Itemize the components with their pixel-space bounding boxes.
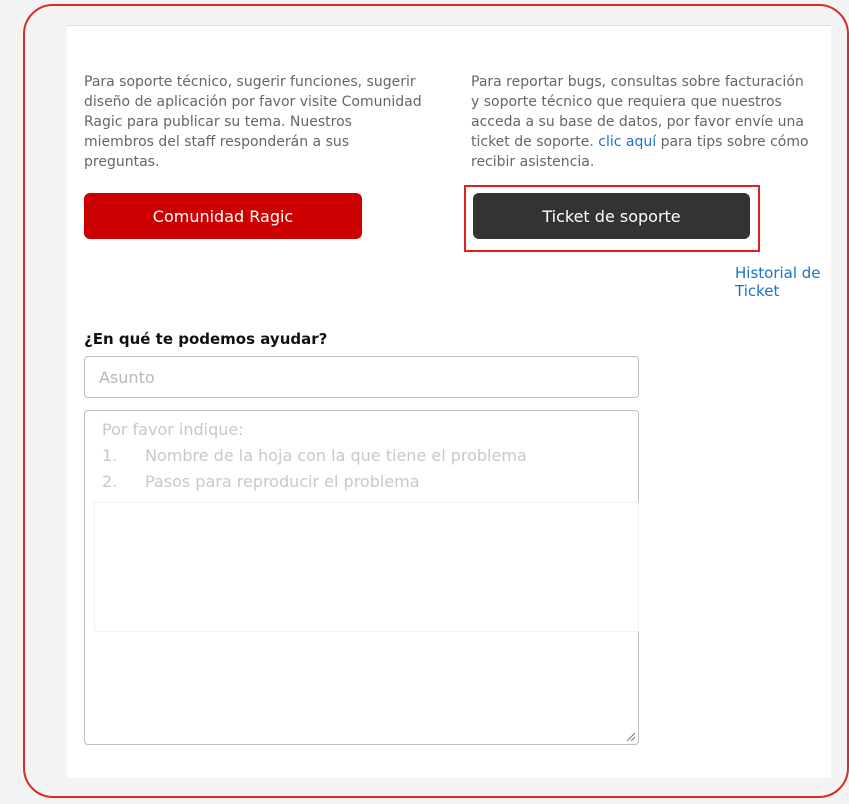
community-ragic-button[interactable]: Comunidad Ragic <box>84 193 362 239</box>
community-description: Para soporte técnico, sugerir funciones,… <box>84 72 424 172</box>
ticket-history-link[interactable]: Historial de Ticket <box>735 264 835 300</box>
message-textarea[interactable]: Por favor indique: 1. Nombre de la hoja c… <box>84 410 639 745</box>
subject-input[interactable] <box>84 356 639 398</box>
message-placeholder: Por favor indique: 1. Nombre de la hoja c… <box>102 417 527 495</box>
message-step-text: Nombre de la hoja con la que tiene el pr… <box>145 446 527 465</box>
community-button-label: Comunidad Ragic <box>152 206 294 226</box>
message-step-number: 1. <box>102 446 118 465</box>
community-description-text: Para soporte técnico, sugerir funciones,… <box>84 74 422 170</box>
message-step-number: 2. <box>102 472 118 491</box>
help-form-title: ¿En qué te podemos ayudar? <box>84 330 328 348</box>
message-step-text: Pasos para reproducir el problema <box>145 472 420 491</box>
resize-handle-icon[interactable] <box>625 731 635 741</box>
message-step: 2. Pasos para reproducir el problema <box>102 469 527 495</box>
tips-link[interactable]: clic aquí <box>598 134 656 150</box>
message-step: 1. Nombre de la hoja con la que tiene el … <box>102 443 527 469</box>
message-input-area[interactable] <box>94 502 639 632</box>
ticket-description: Para reportar bugs, consultas sobre fact… <box>471 72 816 172</box>
message-intro: Por favor indique: <box>102 420 244 439</box>
support-card: Para soporte técnico, sugerir funciones,… <box>67 25 831 778</box>
highlight-frame: Para soporte técnico, sugerir funciones,… <box>23 4 849 798</box>
support-ticket-button[interactable]: Ticket de soporte <box>473 193 750 239</box>
ticket-button-label: Ticket de soporte <box>542 206 681 226</box>
